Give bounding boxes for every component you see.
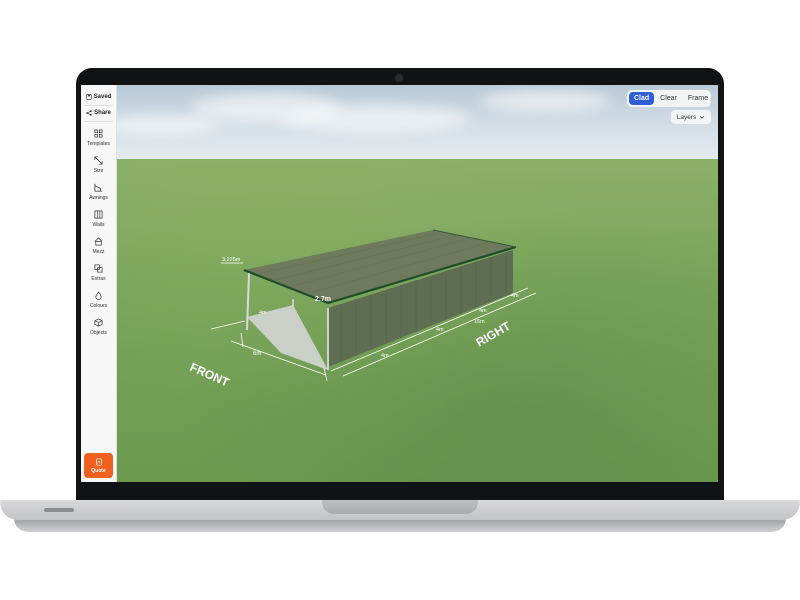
layers-dropdown[interactable]: Layers bbox=[671, 110, 711, 124]
share-button[interactable]: Share bbox=[84, 107, 113, 119]
awning-height-label: 2.7m bbox=[315, 296, 331, 303]
layers-label: Layers bbox=[676, 113, 697, 121]
sidebar-item-extras[interactable]: Extras bbox=[81, 262, 116, 286]
bay-1-label: 4m bbox=[381, 353, 389, 359]
sidebar-item-label: Colours bbox=[89, 303, 108, 309]
view-option-frame[interactable]: Frame bbox=[683, 92, 713, 105]
total-length-label: 16m bbox=[474, 319, 485, 325]
laptop-port bbox=[44, 508, 74, 512]
chevron-down-icon bbox=[700, 116, 705, 119]
home-icon bbox=[94, 237, 103, 246]
sidebar-item-mezz[interactable]: Mezz bbox=[81, 235, 116, 259]
sidebar-divider bbox=[84, 121, 113, 122]
tool-sidebar: Saved Share Templates Size Awnings Walls… bbox=[81, 85, 117, 482]
sidebar-item-label: Objects bbox=[90, 330, 107, 336]
sidebar-item-walls[interactable]: Walls bbox=[81, 208, 116, 232]
droplet-icon bbox=[95, 291, 102, 300]
sidebar-item-label: Size bbox=[93, 168, 104, 174]
saved-label: Saved bbox=[93, 94, 112, 100]
webcam bbox=[394, 73, 404, 83]
resize-icon bbox=[94, 156, 103, 165]
document-icon bbox=[95, 457, 102, 466]
awning-depth-label: 4m bbox=[259, 310, 267, 316]
sidebar-item-label: Mezz bbox=[92, 249, 105, 255]
grid-icon bbox=[94, 129, 103, 138]
save-icon bbox=[85, 94, 92, 100]
quote-button[interactable]: Quote bbox=[84, 453, 113, 478]
eave-height-label: 3.225m bbox=[222, 257, 241, 263]
sidebar-item-objects[interactable]: Objects bbox=[81, 316, 116, 340]
sidebar-item-label: Templates bbox=[87, 141, 110, 147]
app-screen: 3.225m 2.7m 4m 6m 4m 4m 4m 4m 16m FRONT … bbox=[81, 85, 718, 482]
quote-label: Quote bbox=[91, 467, 106, 474]
shed-3d-viewport[interactable]: 3.225m 2.7m 4m 6m 4m 4m 4m 4m 16m FRONT … bbox=[81, 85, 718, 482]
extras-icon bbox=[94, 264, 103, 273]
front-side-label: FRONT bbox=[188, 360, 232, 390]
wall-icon bbox=[94, 210, 103, 219]
cube-icon bbox=[94, 318, 103, 327]
bay-3-label: 4m bbox=[479, 308, 487, 314]
share-icon bbox=[86, 110, 92, 116]
sidebar-item-label: Extras bbox=[91, 276, 106, 282]
bay-2-label: 4m bbox=[436, 327, 444, 333]
sidebar-item-colours[interactable]: Colours bbox=[81, 289, 116, 313]
awning-post-left bbox=[246, 272, 250, 331]
share-label: Share bbox=[94, 110, 111, 116]
sidebar-item-label: Walls bbox=[92, 222, 105, 228]
view-mode-toggle: Clad Clear Frame bbox=[627, 90, 711, 107]
laptop-base-shadow bbox=[14, 518, 786, 532]
view-option-clear[interactable]: Clear bbox=[655, 92, 682, 105]
view-option-clad[interactable]: Clad bbox=[629, 92, 655, 105]
front-width-label: 6m bbox=[253, 351, 261, 357]
saved-button[interactable]: Saved bbox=[84, 91, 113, 103]
bay-4-label: 4m bbox=[511, 293, 519, 299]
laptop-notch bbox=[322, 500, 478, 514]
sidebar-divider bbox=[84, 105, 113, 106]
awning-icon bbox=[94, 183, 103, 192]
sidebar-item-label: Awnings bbox=[89, 195, 108, 201]
sidebar-item-awnings[interactable]: Awnings bbox=[81, 181, 116, 205]
sidebar-item-size[interactable]: Size bbox=[81, 154, 116, 178]
sidebar-item-templates[interactable]: Templates bbox=[81, 127, 116, 151]
